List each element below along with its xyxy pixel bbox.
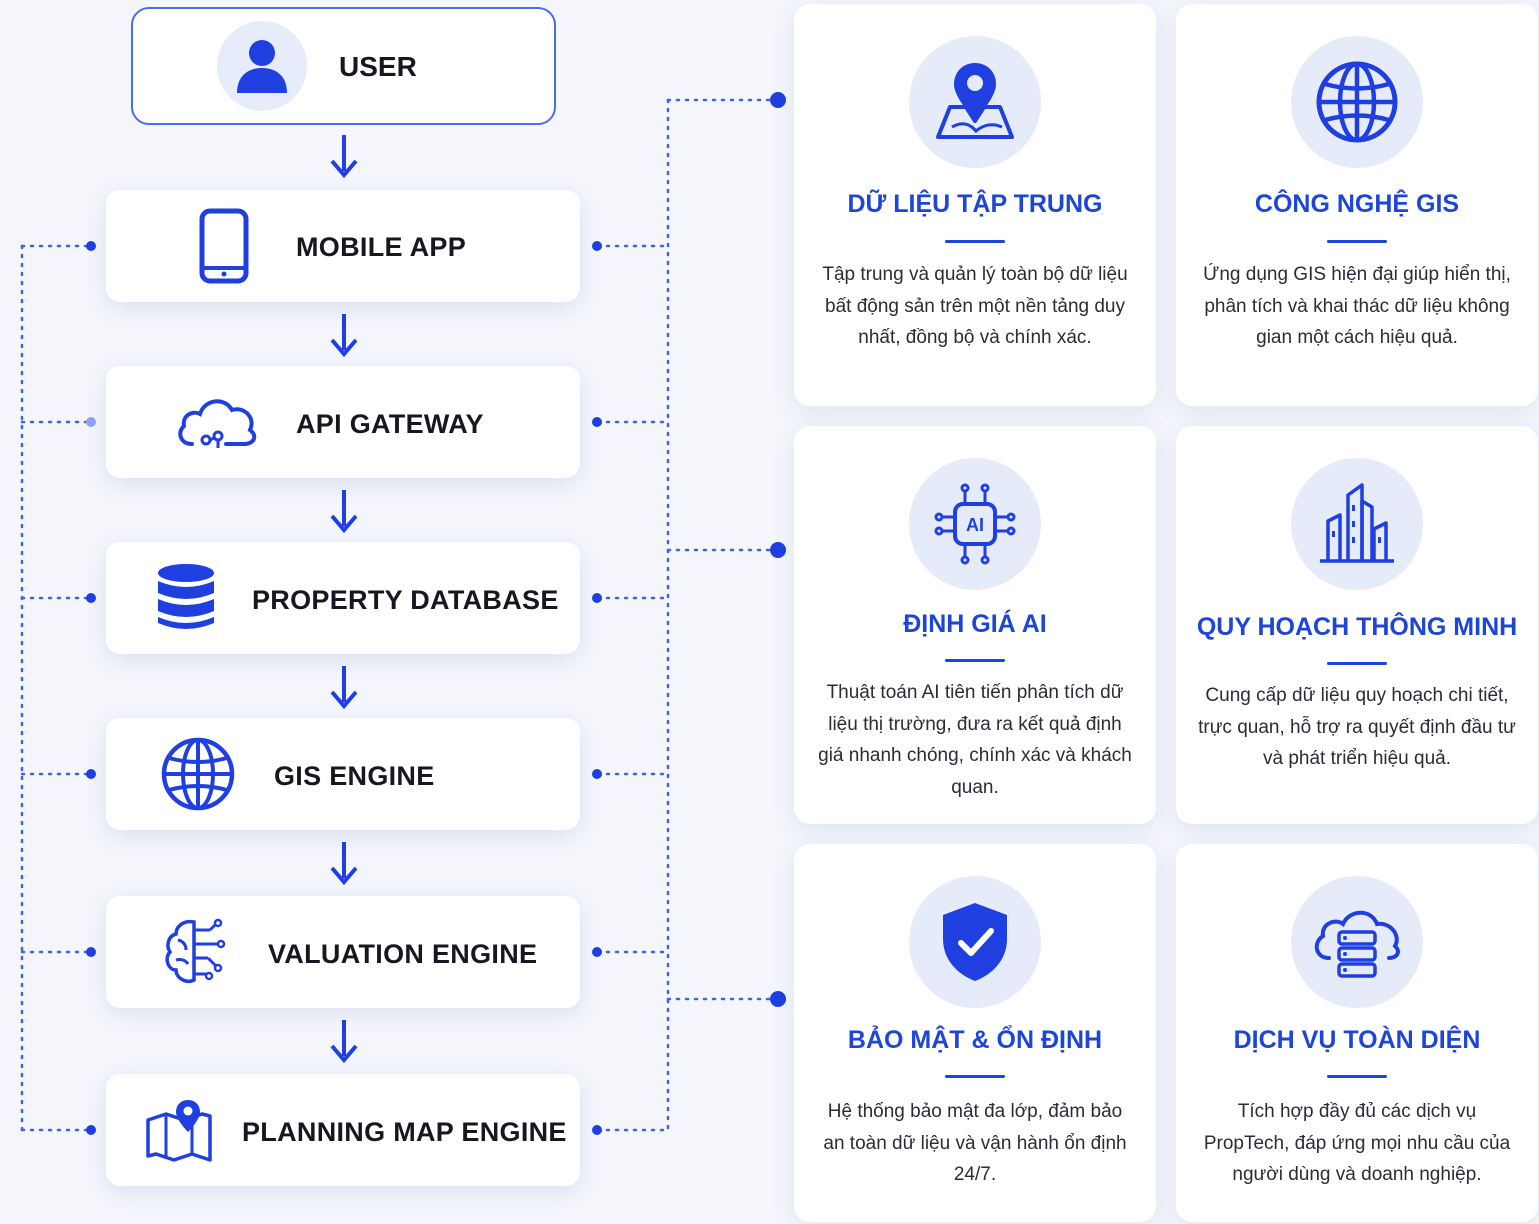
feature-card-centralized-data: DỮ LIỆU TẬP TRUNG Tập trung và quản lý t… [794,4,1156,406]
cloud-server-icon [1291,876,1423,1008]
mobile-app-node: MOBILE APP [106,190,580,302]
api-gateway-node: API GATEWAY [106,366,580,478]
feature-card-security-stability: BẢO MẬT & ỔN ĐỊNH Hệ thống bảo mật đa lớ… [794,844,1156,1222]
flow-arrow [330,666,358,710]
feature-description: Tập trung và quản lý toàn bộ dữ liệu bất… [822,264,1128,348]
brain-circuit-icon [154,910,238,994]
node-label: VALUATION ENGINE [268,939,538,969]
flow-arrow [330,490,358,534]
flow-arrow [330,314,358,358]
feature-title: BẢO MẬT & ỔN ĐỊNH [847,1026,1103,1054]
feature-title: QUY HOẠCH THÔNG MINH [1196,613,1518,641]
feature-card-comprehensive-service: DỊCH VỤ TOÀN DIỆN Tích hợp đầy đủ các dị… [1176,844,1538,1222]
shield-check-icon [909,876,1041,1008]
feature-card-gis-technology: CÔNG NGHỆ GIS Ứng dụng GIS hiện đại giúp… [1176,4,1538,406]
feature-description: Ứng dụng GIS hiện đại giúp hiển thị, phâ… [1203,264,1511,348]
user-label: USER [339,51,417,82]
map-pin-icon [138,1088,222,1172]
feature-title: DỊCH VỤ TOÀN DIỆN [1233,1026,1481,1054]
node-label: API GATEWAY [296,409,484,439]
feature-description: Cung cấp dữ liệu quy hoạch chi tiết, trự… [1198,685,1516,769]
feature-description: Tích hợp đầy đủ các dịch vụ PropTech, đá… [1203,1101,1511,1185]
node-label: PROPERTY DATABASE [252,585,559,615]
title-underline [1327,240,1387,243]
globe-icon [1291,36,1423,168]
title-underline [945,240,1005,243]
globe-icon [156,732,240,816]
svg-text:AI: AI [966,515,984,535]
feature-card-ai-valuation: AI ĐỊNH GIÁ AI Thuật toán AI tiên tiến p… [794,426,1156,824]
title-underline [945,659,1005,662]
title-underline [1327,662,1387,665]
planning-map-engine-node: PLANNING MAP ENGINE [106,1074,580,1186]
node-label: MOBILE APP [296,232,467,262]
flow-arrow [330,1020,358,1064]
database-icon [144,556,228,640]
location-map-icon [909,36,1041,168]
feature-title: ĐỊNH GIÁ AI [903,610,1047,638]
flow-arrow [330,842,358,886]
feature-description: Thuật toán AI tiên tiến phân tích dữ liệ… [818,682,1132,798]
feature-card-smart-planning: QUY HOẠCH THÔNG MINH Cung cấp dữ liệu qu… [1176,426,1538,824]
flow-arrow [330,135,358,179]
city-buildings-icon [1291,458,1423,590]
title-underline [1327,1075,1387,1078]
feature-title: DỮ LIỆU TẬP TRUNG [847,190,1103,218]
node-label: GIS ENGINE [274,761,435,791]
title-underline [945,1075,1005,1078]
cloud-api-icon [172,380,262,464]
user-node: USER [131,7,556,125]
feature-description: Hệ thống bảo mật đa lớp, đảm bảo an toàn… [823,1101,1127,1185]
node-label: PLANNING MAP ENGINE [242,1117,567,1147]
ai-chip-icon: AI [909,458,1041,590]
property-database-node: PROPERTY DATABASE [106,542,580,654]
user-icon [217,21,307,111]
smartphone-icon [182,204,266,288]
valuation-engine-node: VALUATION ENGINE [106,896,580,1008]
feature-title: CÔNG NGHỆ GIS [1254,190,1460,218]
gis-engine-node: GIS ENGINE [106,718,580,830]
